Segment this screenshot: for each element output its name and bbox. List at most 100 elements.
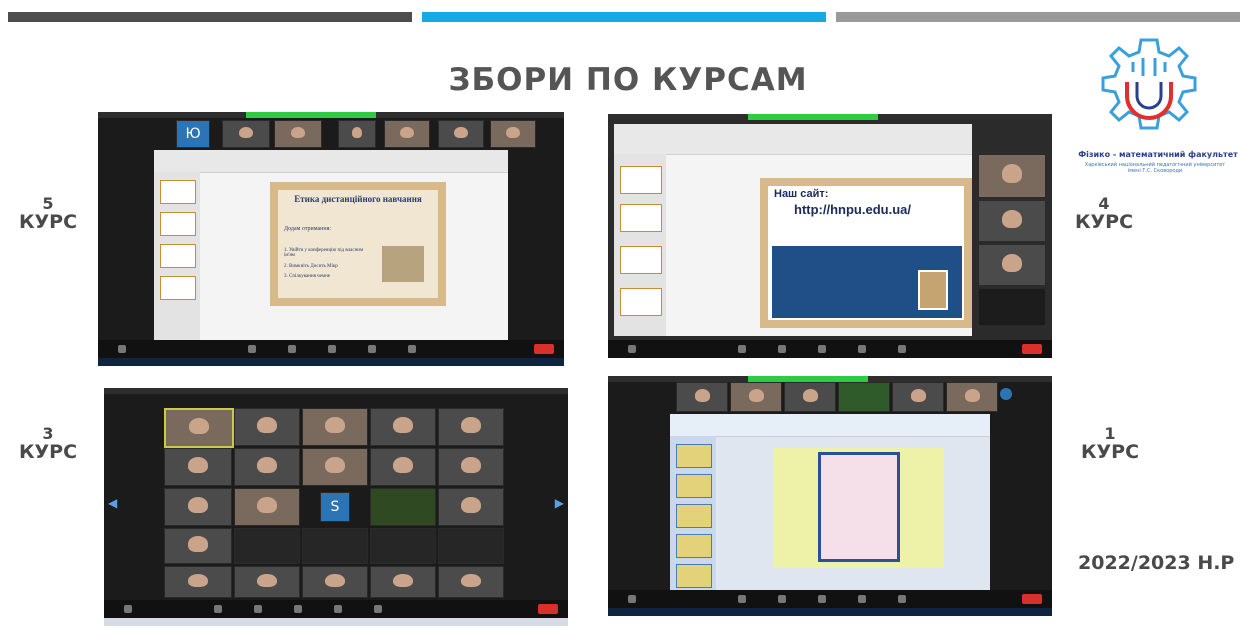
diploma-image bbox=[818, 452, 900, 562]
zoom-controls bbox=[104, 600, 568, 618]
participant-video bbox=[438, 408, 504, 446]
slide-thumb[interactable] bbox=[160, 276, 196, 300]
participant-video bbox=[946, 382, 998, 412]
slide-thumb[interactable] bbox=[676, 504, 712, 528]
participant-video bbox=[234, 528, 300, 564]
participant-video bbox=[302, 528, 368, 564]
participant-video bbox=[838, 382, 890, 412]
participant-video bbox=[234, 566, 300, 598]
participant-video bbox=[164, 566, 232, 598]
zoom-controls bbox=[608, 340, 1052, 358]
page-title: ЗБОРИ ПО КУРСАМ bbox=[448, 62, 808, 98]
participant-video bbox=[438, 528, 504, 564]
course-label-1: 1 КУРС bbox=[1080, 424, 1140, 463]
participant-video bbox=[370, 448, 436, 486]
participant-video bbox=[978, 154, 1046, 198]
participant-video bbox=[274, 120, 322, 148]
settings-icon[interactable] bbox=[1000, 388, 1012, 400]
leave-button[interactable] bbox=[534, 344, 554, 354]
windows-taskbar bbox=[98, 358, 564, 366]
participant-video bbox=[164, 528, 232, 564]
slide-thumb[interactable] bbox=[676, 564, 712, 588]
participant-video bbox=[438, 448, 504, 486]
participant-video bbox=[164, 448, 232, 486]
participant-video bbox=[370, 408, 436, 446]
top-bar-gray bbox=[836, 12, 1240, 22]
participant-video bbox=[892, 382, 944, 412]
current-slide: Етика дистанційного навчання Додам отрим… bbox=[270, 182, 446, 306]
logo-university-name: Харківський національний педагогічний ун… bbox=[1084, 162, 1226, 174]
participant-video bbox=[978, 200, 1046, 242]
prev-page-arrow-icon[interactable]: ◀ bbox=[108, 496, 117, 510]
screenshot-course-4: Наш сайт: http://hnpu.edu.ua/ bbox=[608, 114, 1052, 358]
course-label-3: 3 КУРС bbox=[18, 424, 78, 463]
leave-button[interactable] bbox=[1022, 344, 1042, 354]
participant-video bbox=[978, 244, 1046, 286]
faculty-logo-icon bbox=[1101, 38, 1197, 130]
site-label: Наш сайт: bbox=[774, 188, 829, 200]
participant-video bbox=[302, 448, 368, 486]
participant-video bbox=[302, 408, 368, 446]
slide-thumbnails bbox=[670, 436, 716, 590]
slide-thumbnails bbox=[614, 154, 666, 336]
slide-thumb[interactable] bbox=[676, 444, 712, 468]
zoom-controls bbox=[98, 340, 564, 358]
participant-video bbox=[234, 448, 300, 486]
leave-button[interactable] bbox=[538, 604, 558, 614]
participant-video bbox=[438, 566, 504, 598]
slide-subtitle: Додам отримання: bbox=[284, 226, 332, 232]
participant-video bbox=[438, 120, 484, 148]
participant-video bbox=[234, 488, 300, 526]
participant-avatar: Ю bbox=[176, 120, 210, 148]
slide-thumb[interactable] bbox=[620, 204, 662, 232]
slide-thumb[interactable] bbox=[620, 288, 662, 316]
slide-thumb[interactable] bbox=[620, 166, 662, 194]
participant-video bbox=[490, 120, 536, 148]
slide-item: 3. Спілкування чемне bbox=[284, 274, 330, 279]
participant-video bbox=[784, 382, 836, 412]
tree-image bbox=[382, 246, 424, 282]
participant-video bbox=[370, 488, 436, 526]
screenshot-course-3: S ◀ ▶ bbox=[104, 388, 568, 626]
slide-item: 1. Увійти у конференцію під власним ім'я… bbox=[284, 248, 364, 258]
zoom-share-bar bbox=[246, 112, 376, 118]
current-slide bbox=[774, 448, 944, 568]
screenshot-course-1 bbox=[608, 376, 1052, 616]
top-bar-blue bbox=[422, 12, 826, 22]
participant-avatar: S bbox=[320, 492, 350, 522]
powerpoint-window: Етика дистанційного навчання Додам отрим… bbox=[154, 150, 508, 340]
course-label-5: 5 КУРС bbox=[18, 194, 78, 233]
top-bar-dark bbox=[8, 12, 412, 22]
ribbon-toolbar bbox=[670, 414, 990, 437]
slide-title: Етика дистанційного навчання bbox=[294, 194, 422, 204]
participant-video bbox=[164, 488, 232, 526]
participant-video bbox=[384, 120, 430, 148]
participant-video bbox=[370, 528, 436, 564]
participant-video bbox=[730, 382, 782, 412]
powerpoint-window bbox=[670, 414, 990, 590]
participant-video bbox=[234, 408, 300, 446]
logo-faculty-name: Фізико - математичний факультет bbox=[1078, 150, 1238, 159]
participant-video bbox=[338, 120, 376, 148]
slide-thumb[interactable] bbox=[160, 244, 196, 268]
ribbon-toolbar bbox=[614, 124, 972, 155]
leave-button[interactable] bbox=[1022, 594, 1042, 604]
slide-thumb[interactable] bbox=[160, 212, 196, 236]
participant-video bbox=[438, 488, 504, 526]
site-url: http://hnpu.edu.ua/ bbox=[794, 202, 911, 217]
slide-thumb[interactable] bbox=[676, 534, 712, 558]
powerpoint-window: Наш сайт: http://hnpu.edu.ua/ bbox=[614, 124, 972, 336]
windows-taskbar bbox=[104, 618, 568, 626]
screenshot-course-5: Ю Етика дистанційного навчання Додам отр… bbox=[98, 112, 564, 366]
participant-video bbox=[222, 120, 270, 148]
portrait-image bbox=[918, 270, 948, 310]
current-slide: Наш сайт: http://hnpu.edu.ua/ bbox=[760, 178, 972, 328]
participant-video bbox=[164, 408, 234, 448]
zoom-controls bbox=[608, 590, 1052, 608]
slide-thumb[interactable] bbox=[160, 180, 196, 204]
participant-video bbox=[302, 566, 368, 598]
slide-thumb[interactable] bbox=[676, 474, 712, 498]
academic-year: 2022/2023 Н.Р bbox=[1078, 552, 1235, 574]
slide-thumb[interactable] bbox=[620, 246, 662, 274]
next-page-arrow-icon[interactable]: ▶ bbox=[555, 496, 564, 510]
